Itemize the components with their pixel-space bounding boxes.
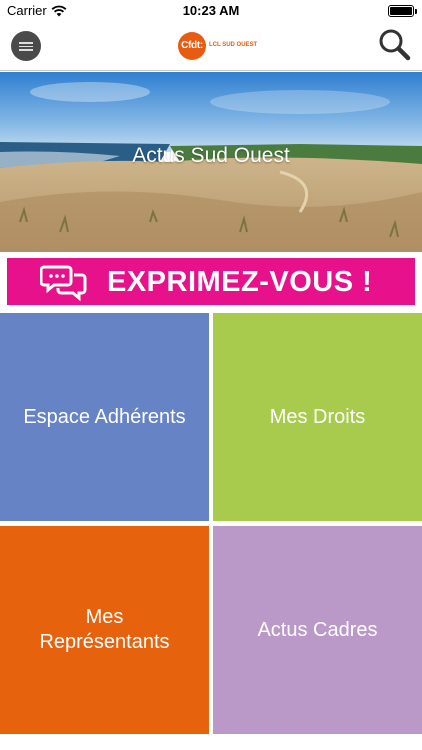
logo-mark: Cfdt:: [178, 32, 206, 60]
tile-mes-droits[interactable]: Mes Droits: [213, 313, 422, 521]
status-bar: Carrier 10:23 AM: [0, 0, 422, 22]
status-time: 10:23 AM: [182, 3, 240, 18]
tile-label: Mes Représentants: [39, 606, 170, 653]
menu-button[interactable]: [11, 31, 41, 61]
battery-icon: [388, 5, 414, 17]
tile-label: Actus Cadres: [257, 618, 378, 641]
tile-label: Mes Droits: [269, 405, 366, 428]
tile-espace-adherents[interactable]: Espace Adhérents: [0, 313, 209, 521]
nav-bar: Cfdt: LCL SUD OUEST: [0, 22, 422, 71]
hero-title: Actus Sud Ouest: [132, 144, 290, 167]
tile-mes-representants[interactable]: Mes Représentants: [0, 526, 209, 734]
exprimez-vous-banner[interactable]: EXPRIMEZ-VOUS !: [5, 256, 417, 307]
speech-bubbles-icon: [40, 265, 87, 302]
menu-icon-line: [19, 45, 33, 47]
hero-banner[interactable]: Actus Sud Ouest: [0, 72, 422, 252]
battery-tip: [415, 9, 417, 14]
cfdt-logo: Cfdt: LCL SUD OUEST: [178, 32, 257, 60]
tile-label: Espace Adhérents: [23, 405, 186, 428]
logo-text: LCL SUD OUEST: [209, 42, 258, 48]
search-icon[interactable]: [376, 26, 412, 62]
tile-actus-cadres[interactable]: Actus Cadres: [213, 526, 422, 734]
menu-icon-line: [19, 49, 33, 51]
banner-label: EXPRIMEZ-VOUS !: [107, 266, 373, 298]
menu-icon-line: [19, 42, 33, 44]
